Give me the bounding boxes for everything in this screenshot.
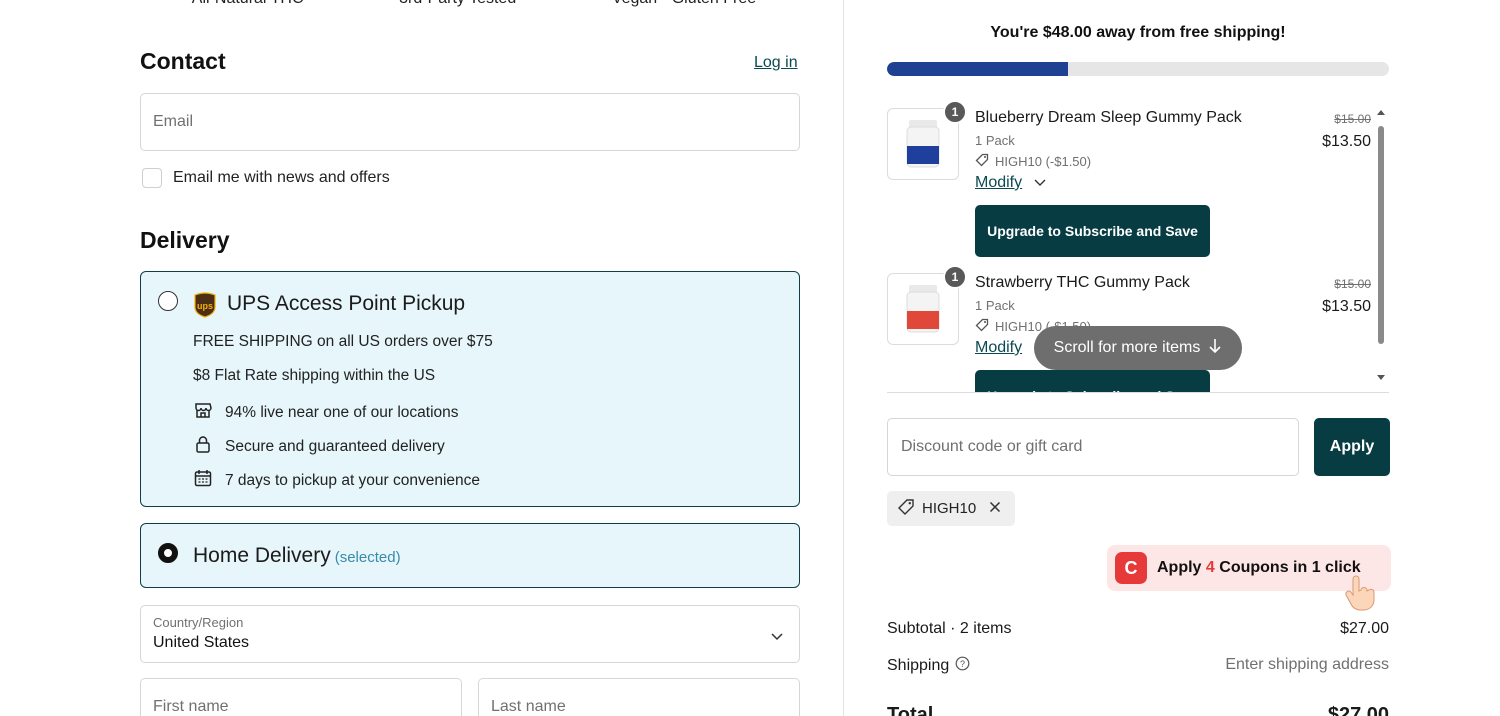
email-placeholder: Email bbox=[153, 113, 194, 130]
first-name-placeholder: First name bbox=[153, 698, 229, 715]
discount-code-input[interactable]: Discount code or gift card bbox=[887, 418, 1299, 476]
last-name-field[interactable]: Last name bbox=[478, 678, 800, 716]
apply-coupons-prefix: Apply bbox=[1157, 559, 1202, 576]
scroll-up-arrow-icon[interactable] bbox=[1375, 108, 1387, 116]
remove-coupon-icon[interactable] bbox=[989, 500, 1001, 517]
chevron-down-icon bbox=[1034, 174, 1046, 192]
country-label: Country/Region bbox=[153, 615, 244, 630]
ups-free-shipping-text: FREE SHIPPING on all US orders over $75 bbox=[193, 333, 493, 350]
coupon-extension-logo-icon: C bbox=[1115, 552, 1147, 584]
tag-icon bbox=[975, 153, 989, 170]
item-original-price: $15.00 bbox=[1334, 277, 1371, 291]
free-shipping-message: You're $48.00 away from free shipping! bbox=[990, 24, 1286, 41]
modify-label: Modify bbox=[975, 174, 1023, 191]
arrow-down-icon bbox=[1208, 338, 1222, 359]
apply-discount-button[interactable]: Apply bbox=[1314, 418, 1390, 476]
shipping-label: Shipping bbox=[887, 657, 950, 674]
modify-link[interactable]: Modify bbox=[975, 339, 1022, 357]
scroll-thumb[interactable] bbox=[1378, 126, 1384, 344]
shipping-row: Shipping ? Enter shipping address bbox=[887, 656, 1389, 676]
ups-feature-secure: Secure and guaranteed delivery bbox=[193, 434, 445, 459]
home-delivery-option[interactable]: Home Delivery (selected) bbox=[140, 523, 800, 588]
ups-pickup-option[interactable]: ups UPS Access Point Pickup FREE SHIPPIN… bbox=[140, 271, 800, 507]
newsletter-label: Email me with news and offers bbox=[173, 169, 390, 186]
badge-vegan: Vegan • Gluten Free bbox=[612, 0, 756, 8]
total-label: Total bbox=[887, 704, 934, 716]
help-icon[interactable]: ? bbox=[955, 656, 970, 676]
applied-coupon-chip: HIGH10 bbox=[887, 491, 1015, 526]
coupon-count: 4 bbox=[1205, 559, 1215, 576]
delivery-heading: Delivery bbox=[140, 227, 230, 253]
subtotal-label: Subtotal · 2 items bbox=[887, 620, 1012, 637]
pointer-hand-icon bbox=[1343, 575, 1379, 618]
store-icon bbox=[193, 400, 213, 425]
scroll-hint-label: Scroll for more items bbox=[1053, 339, 1201, 356]
contact-heading: Contact bbox=[140, 48, 226, 74]
applied-coupon-code: HIGH10 bbox=[922, 500, 977, 517]
cart-item: 1 Blueberry Dream Sleep Gummy Pack 1 Pac… bbox=[887, 100, 1377, 260]
free-shipping-progress bbox=[887, 62, 1389, 76]
order-summary: You're $48.00 away from free shipping! 1… bbox=[845, 0, 1500, 716]
shipping-label-group: Shipping ? bbox=[887, 656, 970, 676]
modify-label: Modify bbox=[975, 339, 1023, 356]
last-name-placeholder: Last name bbox=[491, 698, 566, 715]
newsletter-checkbox[interactable] bbox=[142, 168, 162, 188]
ups-flat-rate-text: $8 Flat Rate shipping within the US bbox=[193, 367, 436, 384]
calendar-icon bbox=[193, 468, 213, 493]
item-price: $13.50 bbox=[1322, 298, 1371, 315]
checkout-form: All-Natural THC 3rd-Party Tested Vegan •… bbox=[4, 0, 844, 716]
quantity-badge: 1 bbox=[943, 100, 967, 124]
home-delivery-title: Home Delivery (selected) bbox=[193, 544, 401, 568]
shipping-value: Enter shipping address bbox=[1225, 656, 1389, 673]
svg-text:ups: ups bbox=[197, 301, 213, 311]
upgrade-subscribe-button[interactable]: Upgrade to Subscribe and Save bbox=[975, 370, 1210, 392]
home-delivery-label: Home Delivery bbox=[193, 544, 331, 567]
item-original-price: $15.00 bbox=[1334, 112, 1371, 126]
item-variant: 1 Pack bbox=[975, 298, 1015, 313]
chevron-down-icon bbox=[771, 628, 783, 646]
ups-title: UPS Access Point Pickup bbox=[227, 292, 466, 315]
upgrade-subscribe-button[interactable]: Upgrade to Subscribe and Save bbox=[975, 205, 1210, 257]
quantity-badge: 1 bbox=[943, 265, 967, 289]
scroll-for-more-button[interactable]: Scroll for more items bbox=[1034, 326, 1242, 370]
selected-tag: (selected) bbox=[334, 549, 401, 566]
modify-link[interactable]: Modify bbox=[975, 174, 1046, 192]
badge-natural: All-Natural THC bbox=[192, 0, 304, 8]
item-discount-text: HIGH10 (-$1.50) bbox=[995, 154, 1092, 169]
ups-feature-locations-text: 94% live near one of our locations bbox=[225, 403, 459, 421]
item-discount: HIGH10 (-$1.50) bbox=[975, 153, 1091, 170]
free-shipping-progress-fill bbox=[887, 62, 1068, 76]
item-price: $13.50 bbox=[1322, 133, 1371, 150]
tag-icon bbox=[897, 498, 915, 520]
discount-placeholder: Discount code or gift card bbox=[901, 438, 1083, 455]
ups-feature-pickup: 7 days to pickup at your convenience bbox=[193, 468, 480, 493]
tag-icon bbox=[975, 318, 989, 335]
trust-badges: All-Natural THC 3rd-Party Tested Vegan •… bbox=[144, 0, 804, 8]
apply-coupons-suffix: Coupons in 1 click bbox=[1219, 559, 1361, 576]
apply-coupons-label: Apply 4 Coupons in 1 click bbox=[1157, 559, 1361, 577]
badge-tested: 3rd-Party Tested bbox=[399, 0, 516, 8]
svg-text:?: ? bbox=[960, 659, 965, 669]
country-select[interactable]: Country/Region United States bbox=[140, 605, 800, 663]
item-variant: 1 Pack bbox=[975, 133, 1015, 148]
subtotal-value: $27.00 bbox=[1340, 620, 1389, 637]
ups-feature-secure-text: Secure and guaranteed delivery bbox=[225, 437, 445, 455]
cart-scrollbar[interactable] bbox=[1375, 106, 1387, 386]
email-field[interactable]: Email bbox=[140, 93, 800, 151]
ups-radio[interactable] bbox=[158, 291, 178, 311]
first-name-field[interactable]: First name bbox=[140, 678, 462, 716]
subtotal-row: Subtotal · 2 items $27.00 bbox=[887, 620, 1389, 638]
total-row: Total $27.00 bbox=[887, 704, 1389, 716]
login-link[interactable]: Log in bbox=[754, 54, 798, 72]
ups-logo-icon: ups bbox=[193, 292, 217, 323]
lock-icon bbox=[193, 434, 213, 459]
total-value: $27.00 bbox=[1327, 704, 1389, 716]
ups-feature-locations: 94% live near one of our locations bbox=[193, 400, 459, 425]
home-delivery-radio[interactable] bbox=[158, 543, 178, 563]
ups-feature-pickup-text: 7 days to pickup at your convenience bbox=[225, 471, 481, 489]
item-name: Strawberry THC Gummy Pack bbox=[975, 274, 1190, 291]
country-value: United States bbox=[153, 634, 250, 651]
item-name: Blueberry Dream Sleep Gummy Pack bbox=[975, 109, 1242, 126]
scroll-down-arrow-icon[interactable] bbox=[1375, 374, 1387, 382]
